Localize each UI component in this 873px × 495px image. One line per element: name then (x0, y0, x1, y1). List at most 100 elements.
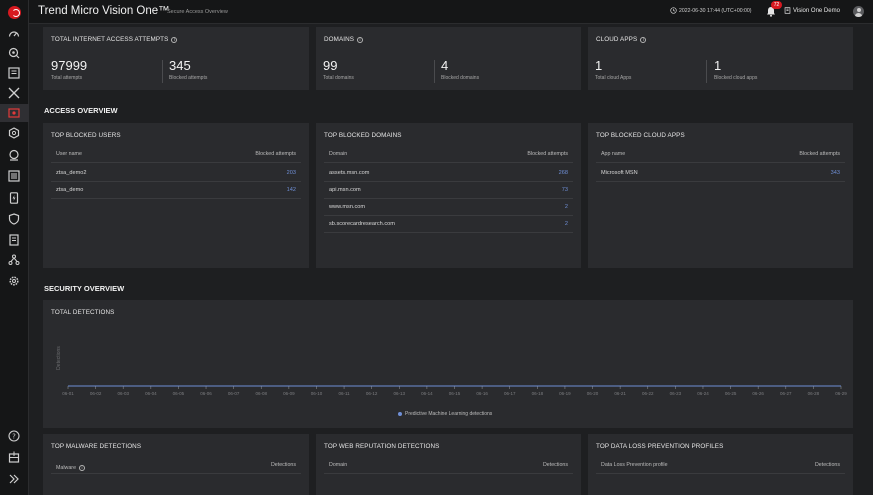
blocked-count-link[interactable]: 2 (565, 221, 568, 227)
trend-micro-logo-icon[interactable] (8, 6, 21, 19)
dashboard-icon[interactable] (7, 27, 21, 41)
table-row[interactable]: ztsa_demo 142 (51, 182, 301, 199)
domains-title: DOMAINS i (324, 36, 364, 43)
clock-icon (670, 7, 677, 14)
blocked-count-link[interactable]: 268 (559, 170, 568, 176)
user-name-cell: ztsa_demo2 (56, 170, 87, 176)
x-tick-label: 06-15 (449, 391, 461, 396)
domains-card: DOMAINS i 99 Total domains 4 Blocked dom… (316, 27, 581, 90)
table-header: Domain Detections (324, 462, 573, 474)
inbox-icon[interactable] (7, 450, 21, 464)
app-title: Trend Micro Vision One™ (38, 5, 170, 17)
column-header-user-name[interactable]: User name (56, 151, 82, 162)
cloud-apps-card: CLOUD APPS i 1 Total cloud Apps 1 Blocke… (588, 27, 853, 90)
total-cloud-apps-label: Total cloud Apps (595, 75, 632, 81)
table-row[interactable]: sb.scorecardresearch.com 2 (324, 216, 573, 233)
info-icon[interactable]: i (171, 36, 178, 43)
column-header-domain[interactable]: Domain (329, 151, 347, 162)
phone-icon[interactable] (7, 191, 21, 205)
total-detections-card: TOTAL DETECTIONS Detections 06-01 06-02 06-… (43, 300, 853, 428)
search-icon[interactable] (7, 46, 21, 60)
table-row[interactable]: www.msn.com 2 (324, 199, 573, 216)
table-row[interactable]: Microsoft MSN 343 (596, 165, 845, 182)
x-tick-label: 06-21 (614, 391, 626, 396)
top-bar: Trend Micro Vision One™ Secure Access Ov… (29, 0, 873, 24)
blocked-count-link[interactable]: 2 (565, 204, 568, 210)
workbench-icon[interactable] (7, 66, 21, 80)
secure-access-icon[interactable] (7, 106, 21, 120)
y-axis-label: Detections (56, 346, 62, 370)
column-header-blocked-attempts[interactable]: Blocked attempts (255, 151, 296, 162)
column-header-dlp-profile[interactable]: Data Loss Prevention profile (601, 462, 668, 473)
datetime-display[interactable]: 2022-06-30 17:44 (UTC+00:00) (670, 7, 752, 14)
top-dlp-card: TOP DATA LOSS PREVENTION PROFILES Data L… (588, 434, 853, 495)
settings-gear-icon[interactable] (7, 126, 21, 140)
x-tick-label: 06-28 (808, 391, 820, 396)
xdr-icon[interactable] (7, 86, 21, 100)
info-icon[interactable]: i (357, 36, 364, 43)
x-tick-label: 06-23 (670, 391, 682, 396)
table-row[interactable]: ztsa_demo2 203 (51, 165, 301, 182)
column-header-detections[interactable]: Detections (543, 462, 568, 473)
top-blocked-users-card: TOP BLOCKED USERS User name Blocked atte… (43, 123, 309, 268)
column-header-blocked-attempts[interactable]: Blocked attempts (527, 151, 568, 162)
total-domains-value: 99 (323, 58, 338, 73)
blocked-count-link[interactable]: 343 (831, 170, 840, 176)
column-header-malware[interactable]: Malware i (56, 462, 86, 473)
domain-cell: sb.scorecardresearch.com (329, 221, 395, 227)
column-header-detections[interactable]: Detections (815, 462, 840, 473)
security-overview-heading: SECURITY OVERVIEW (44, 284, 125, 293)
expand-icon[interactable] (7, 472, 21, 486)
x-tick-label: 06-13 (394, 391, 406, 396)
info-icon[interactable]: i (79, 464, 86, 471)
blocked-domains-value: 4 (441, 58, 449, 73)
x-tick-label: 06-10 (311, 391, 323, 396)
column-header-detections[interactable]: Detections (271, 462, 296, 473)
shield-icon[interactable] (7, 212, 21, 226)
account-menu[interactable]: Vision One Demo (784, 7, 840, 14)
x-tick-label: 06-07 (228, 391, 240, 396)
threat-hunt-icon[interactable] (7, 148, 21, 162)
page-subtitle: Secure Access Overview (167, 9, 228, 15)
app-name-cell: Microsoft MSN (601, 170, 638, 176)
user-avatar[interactable] (853, 6, 864, 17)
column-header-app-name[interactable]: App name (601, 151, 625, 162)
list-icon[interactable] (7, 169, 21, 183)
table-header: App name Blocked attempts (596, 151, 845, 163)
blocked-count-link[interactable]: 73 (562, 187, 568, 193)
x-tick-label: 06-06 (200, 391, 212, 396)
total-attempts-value: 97999 (51, 58, 88, 73)
total-detections-chart: Detections 06-01 06-02 06-03 06-04 06-05 06-06… (56, 346, 847, 396)
total-cloud-apps-value: 1 (595, 58, 603, 73)
column-header-blocked-attempts[interactable]: Blocked attempts (799, 151, 840, 162)
column-header-domain[interactable]: Domain (329, 462, 347, 473)
chart-legend[interactable]: Predictive Machine Learning detections (398, 411, 492, 417)
blocked-cloud-apps-value: 1 (714, 58, 722, 73)
total-attempts-label: Total attempts (51, 75, 83, 81)
legend-series-label: Predictive Machine Learning detections (405, 411, 493, 417)
top-blocked-cloud-apps-card: TOP BLOCKED CLOUD APPS App name Blocked … (588, 123, 853, 268)
blocked-count-link[interactable]: 142 (287, 187, 296, 193)
x-tick-label: 06-02 (90, 391, 102, 396)
x-tick-label: 06-09 (283, 391, 295, 396)
gear-icon[interactable] (7, 274, 21, 288)
internet-access-card: TOTAL INTERNET ACCESS ATTEMPTS i 97999 T… (43, 27, 309, 90)
x-tick-label: 06-03 (117, 391, 129, 396)
info-icon[interactable]: i (640, 36, 647, 43)
legend-series-marker (398, 412, 402, 416)
notification-count-badge: 72 (771, 1, 782, 9)
report-icon[interactable] (7, 233, 21, 247)
blocked-count-link[interactable]: 203 (287, 170, 296, 176)
table-row[interactable]: assets.msn.com 268 (324, 165, 573, 182)
x-tick-label: 06-17 (504, 391, 516, 396)
x-tick-label: 06-05 (173, 391, 185, 396)
x-tick-label: 06-26 (752, 391, 764, 396)
table-header: Domain Blocked attempts (324, 151, 573, 163)
help-icon[interactable]: ? (7, 429, 21, 443)
blocked-attempts-stat: 345 Blocked attempts (169, 59, 207, 82)
table-row[interactable]: api.msn.com 73 (324, 182, 573, 199)
network-icon[interactable] (7, 253, 21, 267)
x-tick-label: 06-04 (145, 391, 157, 396)
domains-title-text: DOMAINS (324, 36, 355, 43)
table-header: Malware i Detections (51, 462, 301, 474)
